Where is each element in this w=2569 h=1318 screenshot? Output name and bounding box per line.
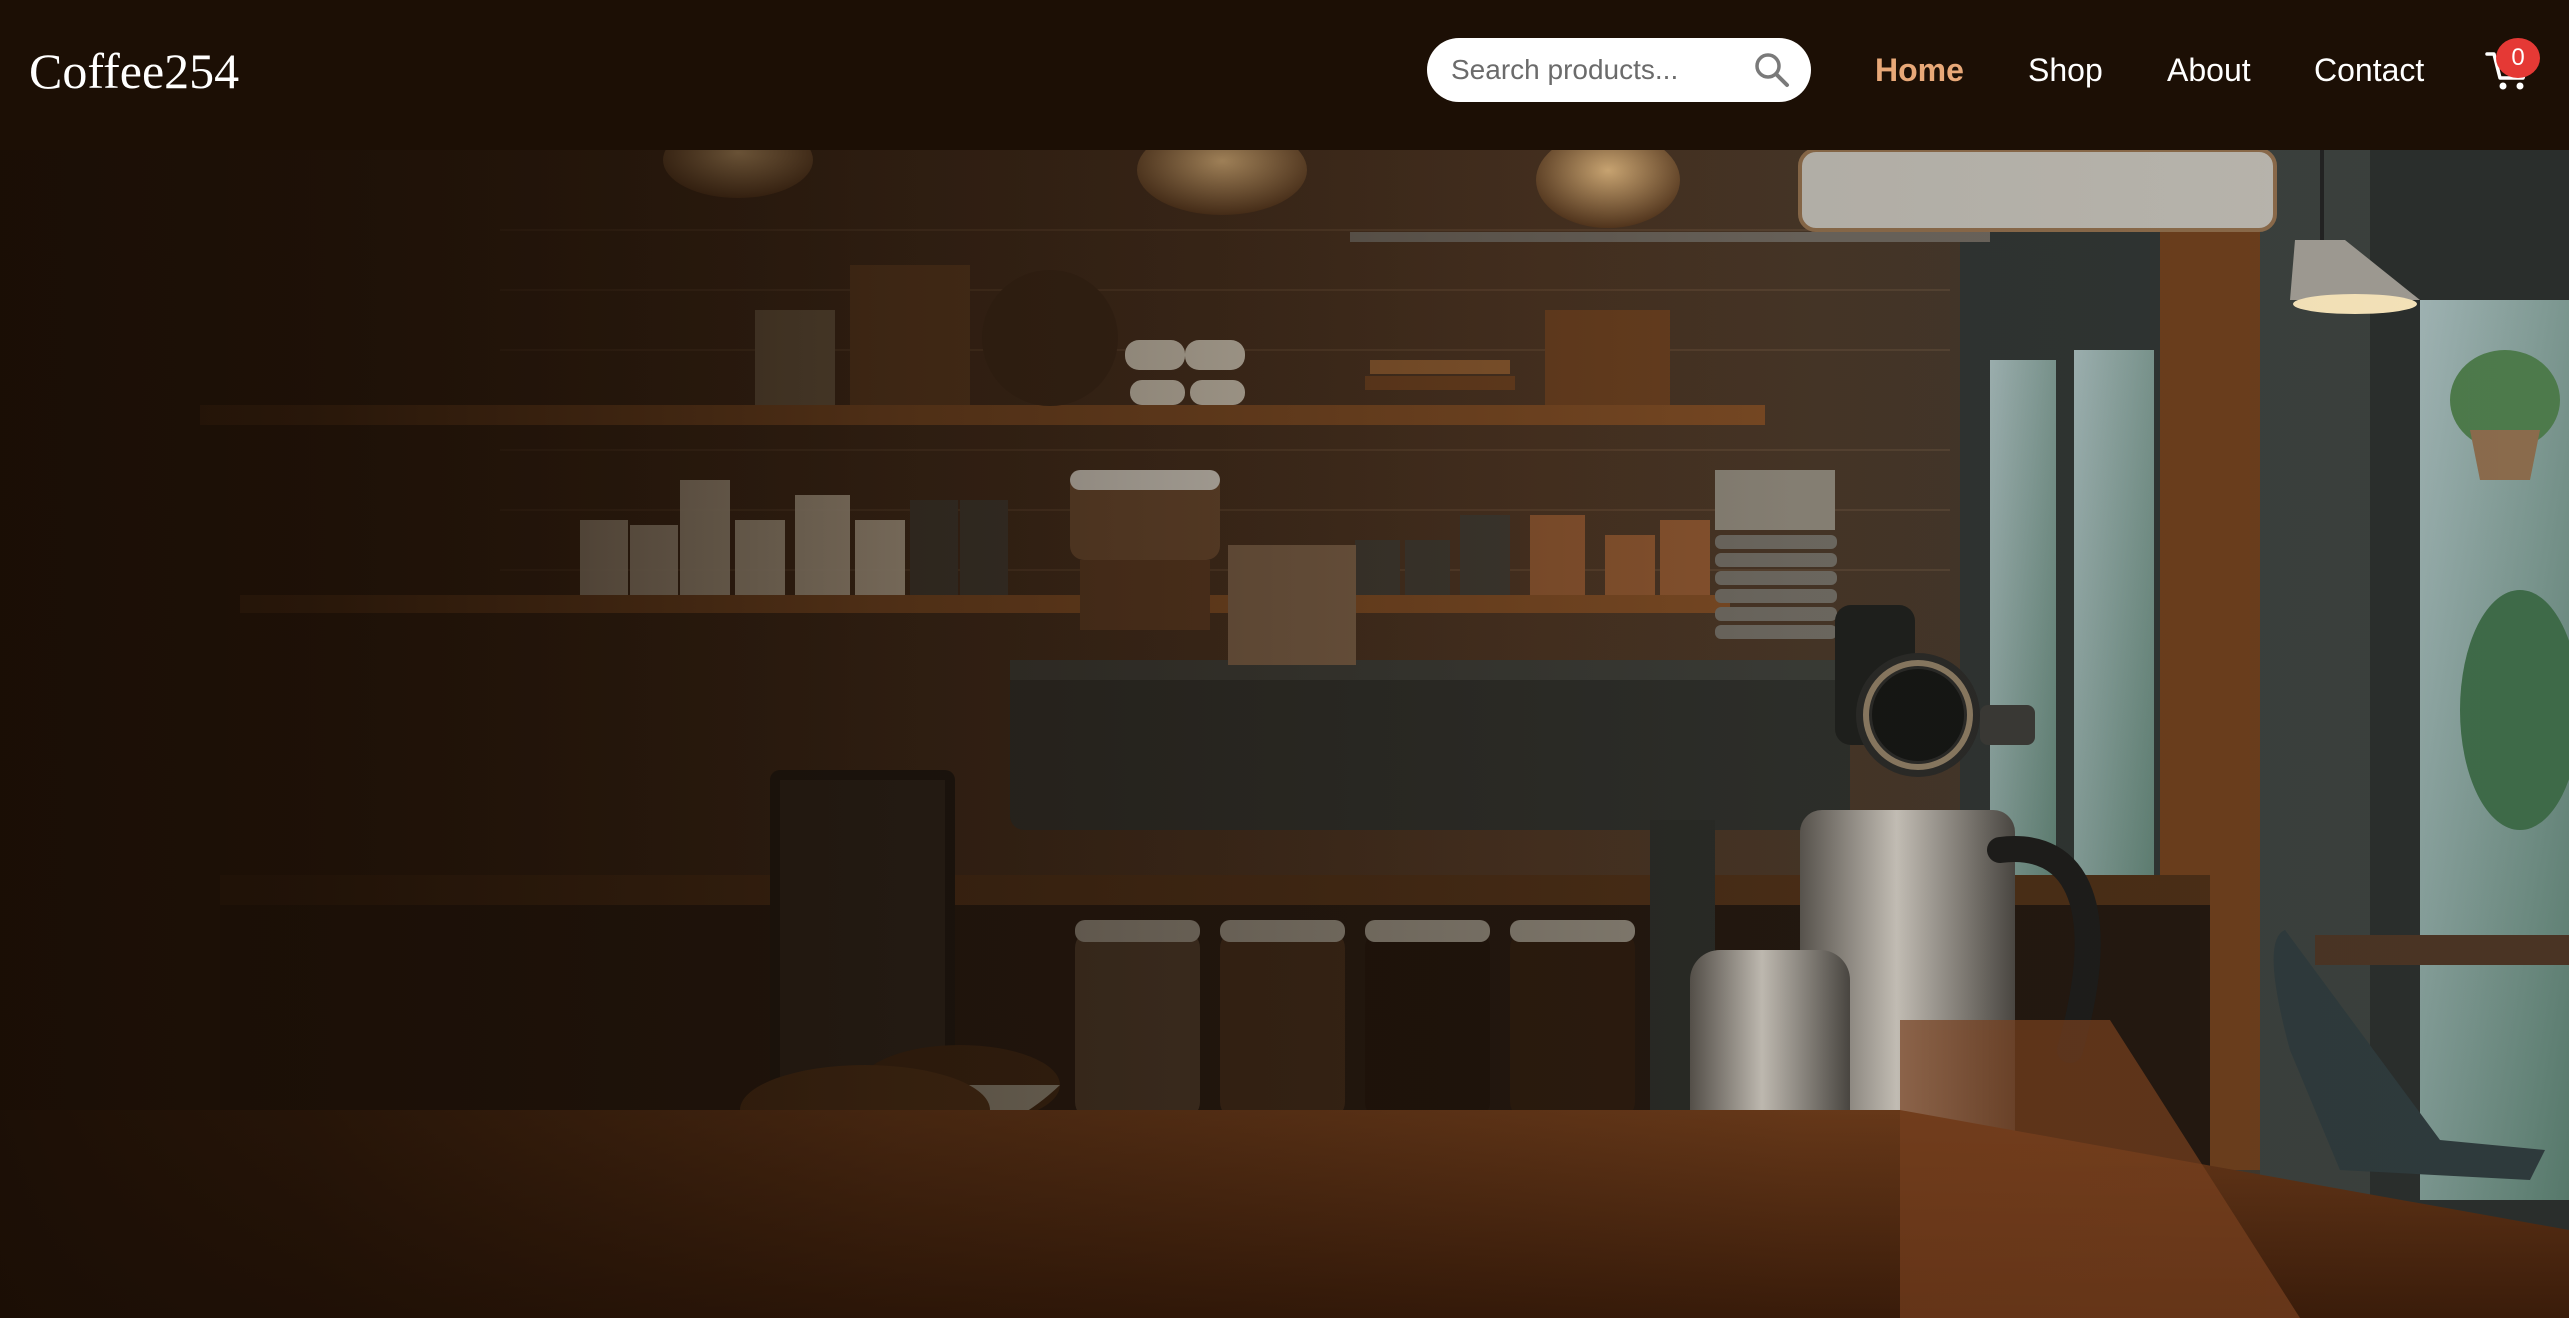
page: Coffee254 Home Shop About Contact 0 bbox=[0, 0, 2569, 1318]
search-icon[interactable] bbox=[1752, 50, 1792, 90]
search-bar bbox=[1427, 38, 1811, 102]
navbar: Coffee254 Home Shop About Contact 0 bbox=[0, 0, 2569, 150]
nav-link-home[interactable]: Home bbox=[1875, 44, 1964, 96]
nav-link-contact[interactable]: Contact bbox=[2314, 44, 2424, 96]
brand-logo[interactable]: Coffee254 bbox=[29, 36, 239, 106]
coffee-shop-scene bbox=[0, 150, 2569, 1318]
cart-count-badge: 0 bbox=[2496, 38, 2540, 78]
nav-link-shop[interactable]: Shop bbox=[2028, 44, 2103, 96]
search-input[interactable] bbox=[1451, 38, 1731, 102]
nav-link-about[interactable]: About bbox=[2167, 44, 2251, 96]
hero-image bbox=[0, 150, 2569, 1318]
